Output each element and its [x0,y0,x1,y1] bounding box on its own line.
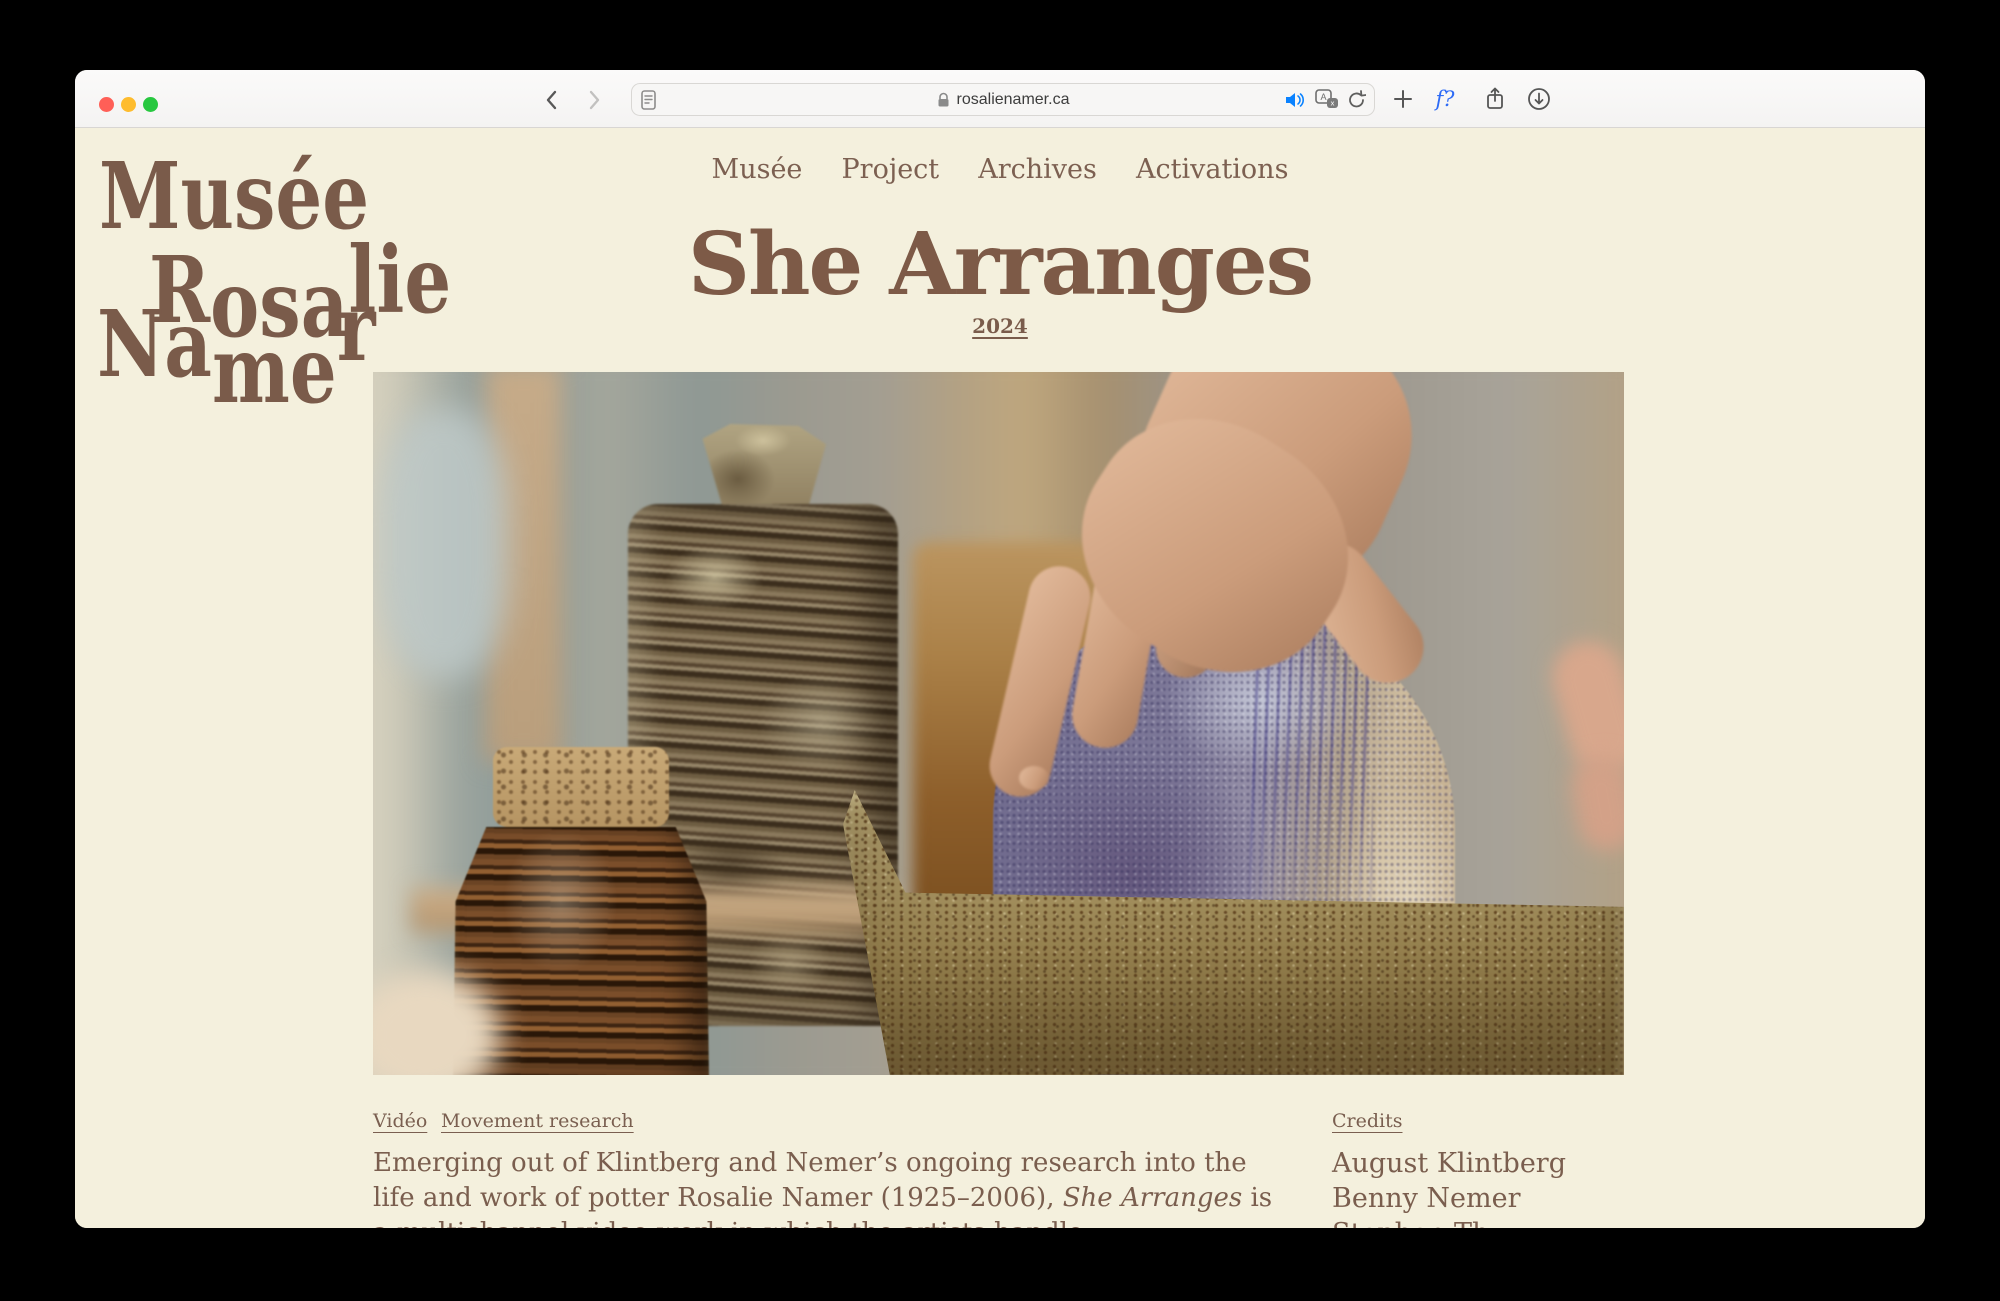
fonts-extension-button[interactable]: f? [1431,85,1459,113]
video-tab-link[interactable]: Vidéo [373,1110,427,1132]
svg-text:A: A [1320,92,1326,102]
credits-link[interactable]: Credits [1332,1110,1403,1132]
downloads-button[interactable] [1525,85,1553,113]
page-title: She Arranges [75,214,1925,315]
forward-button[interactable] [581,87,607,113]
new-tab-button[interactable] [1389,85,1417,113]
fingernail [1019,766,1049,790]
description-work-title: She Arranges [1063,1183,1242,1213]
translate-icon[interactable]: Ax [1315,89,1339,110]
hero-video-still[interactable] [373,372,1624,1075]
lock-icon [937,92,950,108]
credits-list: August Klintberg Benny Nemer Stephen Th [1332,1146,1566,1228]
nav-item-archives[interactable]: Archives [978,154,1097,185]
svg-text:x: x [1331,99,1335,108]
forward-icon [591,92,598,108]
close-window-button[interactable] [99,97,114,112]
audio-mute-icon[interactable] [1284,90,1306,110]
share-button[interactable] [1481,85,1509,113]
share-icon [1485,87,1505,111]
year-link[interactable]: 2024 [972,314,1028,338]
cork-stopper [493,747,669,827]
photo-background-patch [379,408,509,678]
credit-name: August Klintberg [1332,1146,1566,1181]
movement-research-tab-link[interactable]: Movement research [441,1110,634,1132]
url-text: rosalienamer.ca [957,91,1070,109]
browser-window: rosalienamer.ca Ax f? Musée Rosalie Name… [75,70,1925,1228]
minimize-window-button[interactable] [121,97,136,112]
credit-name: Benny Nemer [1332,1181,1566,1216]
main-navigation: Musée Project Archives Activations [75,154,1925,185]
credit-name: Stephen Th [1332,1216,1566,1228]
plus-icon [1395,91,1411,107]
address-bar[interactable]: rosalienamer.ca Ax [631,83,1375,116]
year-link-row: 2024 [75,314,1925,338]
page-content: Musée Rosalie Namer Musée Project Archiv… [75,128,1925,1228]
back-button[interactable] [539,87,565,113]
browser-toolbar: rosalienamer.ca Ax f? [75,70,1925,128]
nav-item-project[interactable]: Project [842,154,940,185]
fonts-extension-icon: f? [1435,87,1454,111]
tall-vase-neck [700,424,826,516]
nav-item-musee[interactable]: Musée [712,154,803,185]
project-description: Emerging out of Klintberg and Nemer’s on… [373,1146,1291,1228]
zoom-window-button[interactable] [143,97,158,112]
reaching-hand [933,372,1624,836]
reload-icon[interactable] [1348,90,1366,110]
download-icon [1527,87,1551,111]
back-icon [548,92,555,108]
nav-item-activations[interactable]: Activations [1136,154,1288,185]
